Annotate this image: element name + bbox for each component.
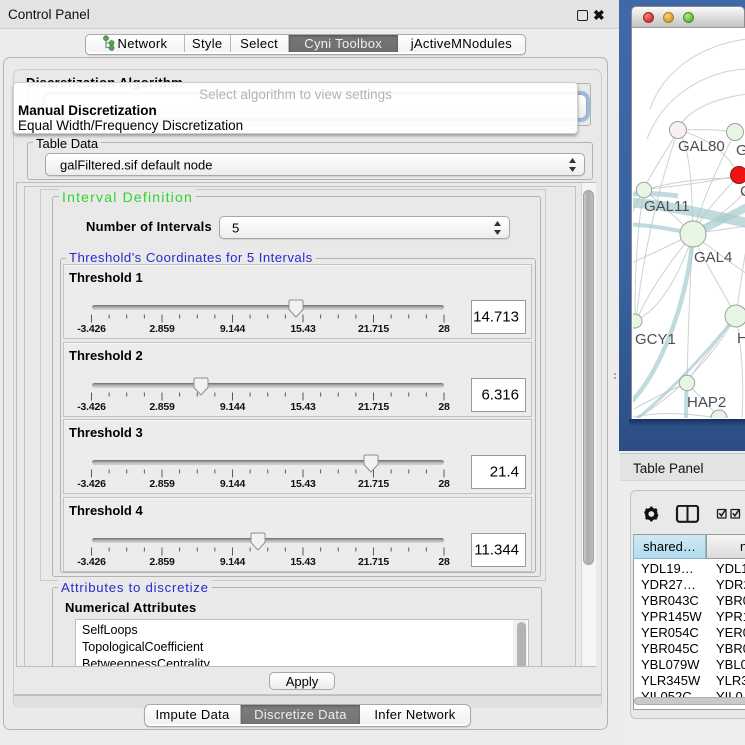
svg-text:GAL11: GAL11 bbox=[644, 198, 690, 215]
svg-text:GAL4: GAL4 bbox=[694, 249, 732, 266]
svg-text:GAL80: GAL80 bbox=[678, 138, 725, 155]
svg-text:H: H bbox=[737, 330, 745, 347]
svg-text:GCY1: GCY1 bbox=[635, 331, 676, 348]
svg-text:HAP2: HAP2 bbox=[687, 394, 726, 411]
svg-text:C: C bbox=[740, 183, 745, 200]
svg-text:G: G bbox=[736, 142, 745, 159]
